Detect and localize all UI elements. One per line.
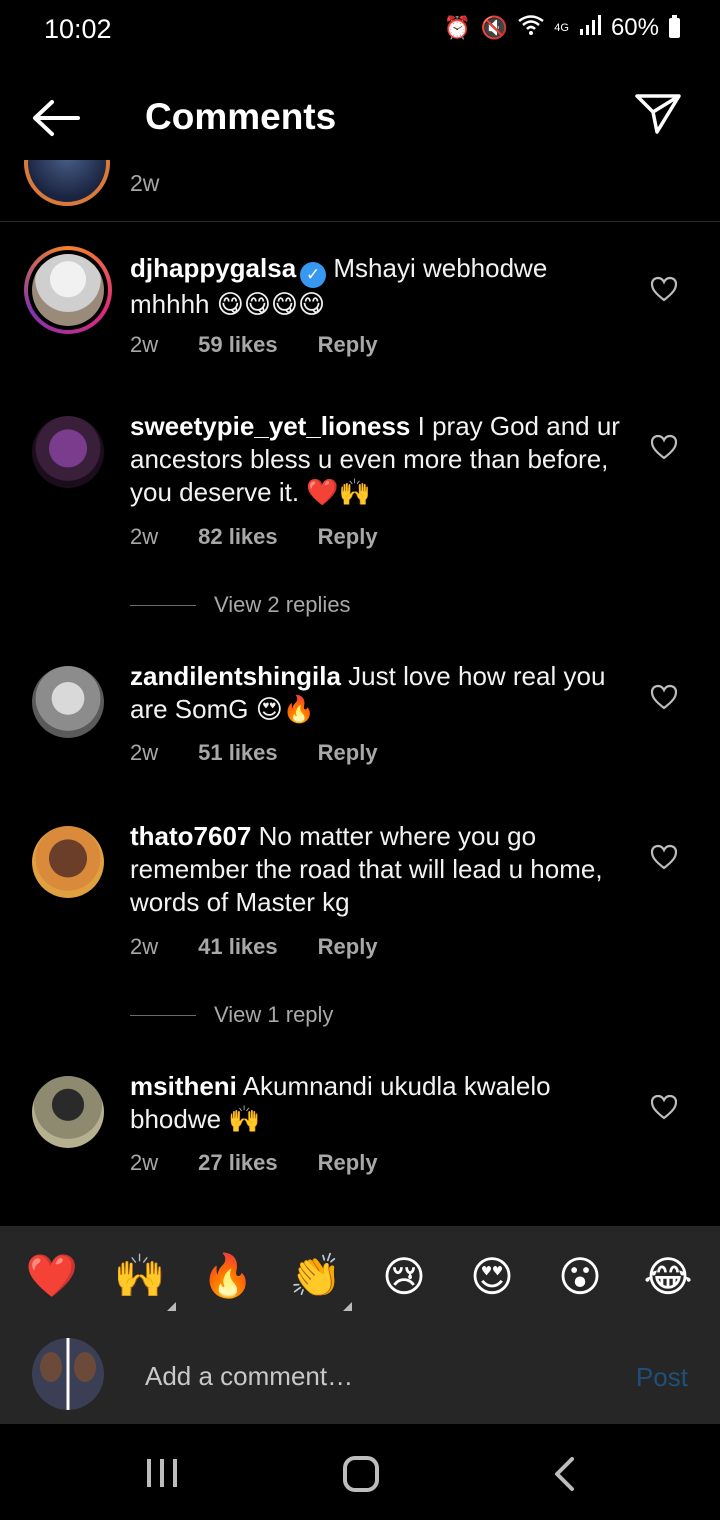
heart-icon[interactable] (650, 1094, 678, 1120)
likes-count[interactable]: 82 likes (198, 524, 278, 550)
comment-input-row: Post (0, 1330, 720, 1424)
emoji-raised-hands-button[interactable]: 🙌 (110, 1252, 176, 1311)
emoji-laughing-button[interactable]: 😂 (638, 1252, 698, 1301)
avatar[interactable] (32, 1076, 104, 1148)
heart-icon[interactable] (650, 844, 678, 870)
comment-meta: 2w 82 likes Reply (130, 524, 418, 550)
wifi-icon (518, 15, 545, 41)
status-bar: 10:02 ⏰ 🔇 4G 60% (0, 0, 720, 60)
comment-meta: 2w 59 likes Reply (130, 332, 418, 358)
avatar[interactable] (24, 246, 112, 334)
comment-username[interactable]: thato7607 (130, 821, 251, 851)
comment-username[interactable]: zandilentshingila (130, 661, 341, 691)
likes-count[interactable]: 41 likes (198, 934, 278, 960)
signal-icon (579, 14, 601, 42)
divider (130, 1014, 196, 1016)
emoji-surprised-button[interactable]: 😮 (550, 1252, 610, 1301)
view-replies-label: View 1 reply (214, 1002, 334, 1027)
likes-count[interactable]: 27 likes (198, 1150, 278, 1176)
emoji-heart-eyes-button[interactable]: 😍 (462, 1252, 522, 1301)
skin-tone-indicator-icon (343, 1301, 352, 1311)
nav-back-icon[interactable] (552, 1456, 576, 1492)
page-title: Comments (145, 96, 337, 137)
comment-time: 2w (130, 1150, 159, 1175)
heart-icon[interactable] (650, 276, 678, 302)
view-replies-label: View 2 replies (214, 592, 351, 617)
header: Comments (0, 70, 720, 160)
network-type: 4G (554, 21, 569, 34)
comment-username[interactable]: sweetypie_yet_lioness (130, 411, 410, 441)
comment-time: 2w (130, 332, 159, 357)
reply-button[interactable]: Reply (318, 934, 378, 960)
divider (130, 604, 196, 606)
back-arrow-icon[interactable] (30, 98, 82, 138)
comment-username[interactable]: msitheni (130, 1071, 237, 1101)
home-icon[interactable] (343, 1456, 379, 1492)
view-replies-button[interactable]: View 1 reply (130, 1002, 333, 1028)
heart-icon[interactable] (650, 434, 678, 460)
alarm-icon: ⏰ (443, 15, 471, 40)
reply-button[interactable]: Reply (318, 1150, 378, 1176)
emoji-fire-button[interactable]: 🔥 (198, 1252, 258, 1301)
comment-time: 2w (130, 740, 159, 765)
post-button[interactable]: Post (636, 1362, 688, 1393)
likes-count[interactable]: 51 likes (198, 740, 278, 766)
emoji-clap-button[interactable]: 👏 (286, 1252, 352, 1311)
mute-icon: 🔇 (480, 15, 509, 40)
avatar[interactable] (32, 666, 104, 738)
comment-meta: 2w 27 likes Reply (130, 1150, 418, 1176)
emoji-bar: ❤️ 🙌 🔥 👏 😢 😍 😮 😂 (0, 1226, 720, 1326)
battery-level: 60% (610, 14, 659, 41)
comment-composer-panel: ❤️ 🙌 🔥 👏 😢 😍 😮 😂 Post (0, 1226, 720, 1424)
comment-username[interactable]: djhappygalsa (130, 253, 296, 283)
emoji-crying-button[interactable]: 😢 (374, 1252, 434, 1301)
send-icon[interactable] (634, 92, 682, 136)
status-icons: ⏰ 🔇 4G 60% (443, 14, 680, 42)
reply-button[interactable]: Reply (318, 524, 378, 550)
reply-button[interactable]: Reply (318, 332, 378, 358)
avatar[interactable] (32, 826, 104, 898)
skin-tone-indicator-icon (167, 1301, 176, 1311)
comment-meta: 2w 51 likes Reply (130, 740, 418, 766)
reply-button[interactable]: Reply (318, 740, 378, 766)
heart-icon[interactable] (650, 684, 678, 710)
recent-apps-icon[interactable] (145, 1458, 179, 1488)
avatar[interactable] (24, 160, 110, 206)
battery-icon (669, 15, 680, 38)
comment-time: 2w (130, 170, 160, 196)
emoji-heart-button[interactable]: ❤️ (22, 1252, 82, 1301)
comment-time: 2w (130, 934, 159, 959)
avatar[interactable] (32, 416, 104, 488)
comment-time: 2w (130, 524, 159, 549)
comment-input[interactable] (145, 1358, 605, 1394)
verified-badge-icon: ✓ (300, 262, 327, 288)
system-nav-bar (0, 1424, 720, 1520)
view-replies-button[interactable]: View 2 replies (130, 592, 351, 618)
partial-comment: 2w (0, 160, 720, 222)
comment-meta: 2w 41 likes Reply (130, 934, 418, 960)
status-time: 10:02 (44, 14, 112, 44)
avatar (32, 1338, 104, 1410)
likes-count[interactable]: 59 likes (198, 332, 278, 358)
